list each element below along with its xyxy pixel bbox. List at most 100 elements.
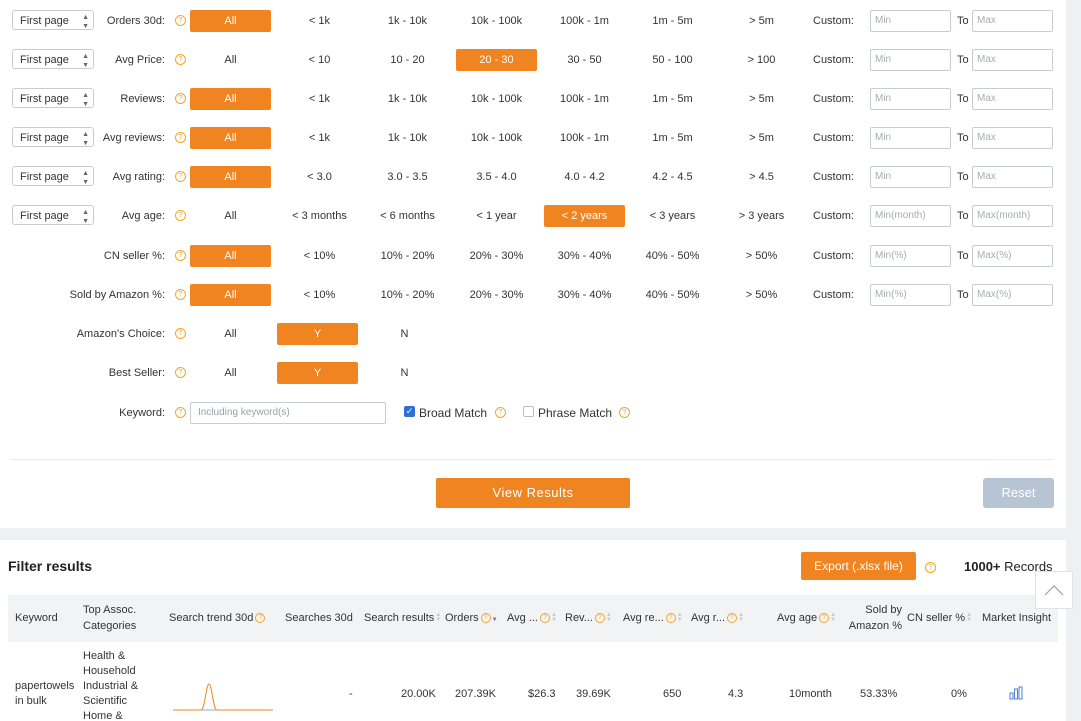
help-icon[interactable]: ? bbox=[175, 15, 186, 26]
filter-option[interactable]: 4.0 - 4.2 bbox=[544, 166, 625, 188]
max-input[interactable]: Max bbox=[972, 49, 1053, 71]
help-icon[interactable]: ? bbox=[175, 54, 186, 65]
filter-option[interactable]: 100k - 1m bbox=[544, 10, 625, 32]
filter-option[interactable]: > 4.5 bbox=[721, 166, 802, 188]
help-icon[interactable]: ? bbox=[925, 562, 936, 573]
filter-option[interactable]: 10k - 100k bbox=[456, 88, 537, 110]
filter-option[interactable]: < 10% bbox=[279, 284, 360, 306]
filter-option[interactable]: 100k - 1m bbox=[544, 127, 625, 149]
help-icon[interactable]: ? bbox=[175, 171, 186, 182]
min-input[interactable]: Min(%) bbox=[870, 245, 951, 267]
help-icon[interactable]: ? bbox=[819, 613, 830, 624]
filter-option[interactable]: 10% - 20% bbox=[367, 284, 448, 306]
help-icon[interactable]: ? bbox=[727, 613, 738, 624]
filter-option[interactable]: All bbox=[190, 49, 271, 71]
filter-option[interactable]: 1m - 5m bbox=[632, 127, 713, 149]
filter-option[interactable]: 3.0 - 3.5 bbox=[367, 166, 448, 188]
filter-option[interactable]: > 3 years bbox=[721, 205, 802, 227]
filter-option[interactable]: 1k - 10k bbox=[367, 127, 448, 149]
help-icon[interactable]: ? bbox=[175, 367, 186, 378]
filter-option[interactable]: 10 - 20 bbox=[367, 49, 448, 71]
reset-button[interactable]: Reset bbox=[983, 478, 1054, 508]
sort-icon[interactable]: ▲ ▼ bbox=[966, 612, 972, 623]
filter-option[interactable]: All bbox=[190, 127, 271, 149]
max-input[interactable]: Max bbox=[972, 88, 1053, 110]
help-icon[interactable]: ? bbox=[665, 613, 676, 624]
help-icon[interactable]: ? bbox=[539, 613, 550, 624]
col-avg-reviews[interactable]: Avg re...? ▲ ▼ bbox=[623, 610, 683, 626]
export-button[interactable]: Export (.xlsx file) bbox=[801, 552, 916, 580]
filter-option[interactable]: 100k - 1m bbox=[544, 88, 625, 110]
col-keyword[interactable]: Keyword bbox=[15, 610, 58, 626]
max-input[interactable]: Max(%) bbox=[972, 245, 1053, 267]
filter-option[interactable]: < 1k bbox=[279, 10, 360, 32]
filter-option[interactable]: > 5m bbox=[721, 10, 802, 32]
page-select[interactable]: First page ▲ ▼ bbox=[12, 49, 94, 69]
cell-keyword[interactable]: papertowels in bulk bbox=[15, 679, 74, 709]
phrase-match-checkbox[interactable] bbox=[523, 406, 534, 417]
max-input[interactable]: Max bbox=[972, 166, 1053, 188]
filter-option[interactable]: Y bbox=[277, 323, 358, 345]
min-input[interactable]: Min(%) bbox=[870, 284, 951, 306]
filter-option[interactable]: 1m - 5m bbox=[632, 10, 713, 32]
filter-option[interactable]: 40% - 50% bbox=[632, 245, 713, 267]
max-input[interactable]: Max bbox=[972, 10, 1053, 32]
min-input[interactable]: Min(month) bbox=[870, 205, 951, 227]
filter-option[interactable]: 1k - 10k bbox=[367, 88, 448, 110]
page-select[interactable]: First page ▲ ▼ bbox=[12, 88, 94, 108]
filter-option[interactable]: < 6 months bbox=[367, 205, 448, 227]
filter-option[interactable]: > 50% bbox=[721, 245, 802, 267]
view-results-button[interactable]: View Results bbox=[436, 478, 630, 508]
help-icon[interactable]: ? bbox=[480, 613, 491, 624]
help-icon[interactable]: ? bbox=[175, 210, 186, 221]
col-orders[interactable]: Orders? ▼ bbox=[445, 610, 498, 626]
col-avg-rating[interactable]: Avg r...? ▲ ▼ bbox=[691, 610, 744, 626]
col-avg-price[interactable]: Avg ...? ▲ ▼ bbox=[507, 610, 557, 626]
filter-option[interactable]: < 3.0 bbox=[279, 166, 360, 188]
broad-match-label[interactable]: Broad Match bbox=[419, 402, 487, 424]
filter-option[interactable]: 50 - 100 bbox=[632, 49, 713, 71]
min-input[interactable]: Min bbox=[870, 127, 951, 149]
sort-icon[interactable]: ▲ ▼ bbox=[606, 612, 612, 623]
filter-option[interactable]: N bbox=[364, 362, 445, 384]
sort-icon[interactable]: ▲ ▼ bbox=[677, 612, 683, 623]
sort-icon[interactable]: ▲ ▼ bbox=[435, 612, 441, 623]
filter-option[interactable]: > 5m bbox=[721, 88, 802, 110]
col-searches[interactable]: Searches 30d bbox=[285, 610, 353, 626]
filter-option[interactable]: All bbox=[190, 88, 271, 110]
filter-option[interactable]: All bbox=[190, 245, 271, 267]
min-input[interactable]: Min bbox=[870, 49, 951, 71]
col-cn-seller[interactable]: CN seller %▲ ▼ bbox=[907, 610, 972, 626]
filter-option[interactable]: < 2 years bbox=[544, 205, 625, 227]
filter-option[interactable]: 10k - 100k bbox=[456, 10, 537, 32]
filter-option[interactable]: < 3 years bbox=[632, 205, 713, 227]
filter-option[interactable]: < 1 year bbox=[456, 205, 537, 227]
help-icon[interactable]: ? bbox=[175, 289, 186, 300]
filter-option[interactable]: 20% - 30% bbox=[456, 284, 537, 306]
sort-icon[interactable]: ▲ ▼ bbox=[738, 612, 744, 623]
max-input[interactable]: Max bbox=[972, 127, 1053, 149]
filter-option[interactable]: 3.5 - 4.0 bbox=[456, 166, 537, 188]
help-icon[interactable]: ? bbox=[255, 613, 266, 624]
help-icon[interactable]: ? bbox=[594, 613, 605, 624]
filter-option[interactable]: 20% - 30% bbox=[456, 245, 537, 267]
filter-option[interactable]: All bbox=[190, 166, 271, 188]
filter-option[interactable]: < 10 bbox=[279, 49, 360, 71]
filter-option[interactable]: All bbox=[190, 10, 271, 32]
help-icon[interactable]: ? bbox=[175, 93, 186, 104]
col-trend[interactable]: Search trend 30d? bbox=[169, 610, 266, 626]
help-icon[interactable]: ? bbox=[175, 328, 186, 339]
filter-option[interactable]: All bbox=[190, 362, 271, 384]
filter-option[interactable]: Y bbox=[277, 362, 358, 384]
market-insight-icon[interactable] bbox=[1009, 686, 1023, 700]
filter-option[interactable]: > 5m bbox=[721, 127, 802, 149]
filter-option[interactable]: 10k - 100k bbox=[456, 127, 537, 149]
col-sold-by-amazon[interactable]: Sold by Amazon % bbox=[842, 602, 902, 634]
filter-option[interactable]: All bbox=[190, 323, 271, 345]
help-icon[interactable]: ? bbox=[175, 250, 186, 261]
filter-option[interactable]: All bbox=[190, 205, 271, 227]
filter-option[interactable]: N bbox=[364, 323, 445, 345]
filter-option[interactable]: > 100 bbox=[721, 49, 802, 71]
col-avg-age[interactable]: Avg age? ▲ ▼ bbox=[777, 610, 836, 626]
help-icon[interactable]: ? bbox=[495, 407, 506, 418]
